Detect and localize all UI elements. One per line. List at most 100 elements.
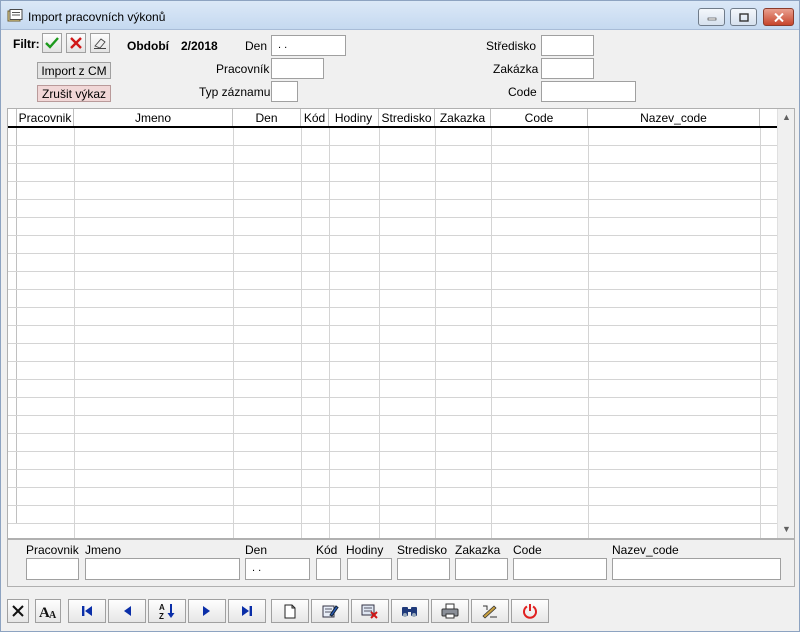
delete-record-button[interactable] [351,599,389,623]
column-header-kod[interactable]: Kód [301,109,329,126]
row-selector[interactable] [8,218,17,236]
new-record-button[interactable] [271,599,309,623]
previous-record-button[interactable] [108,599,146,623]
detail-hodiny-field[interactable] [347,558,392,580]
den-field[interactable]: . . [271,35,346,56]
zakazka-field[interactable] [541,58,594,79]
grid-row-divider [8,163,778,164]
typ-zaznamu-field[interactable] [271,81,298,102]
row-selector[interactable] [8,434,17,452]
search-button[interactable] [391,599,429,623]
code-field[interactable] [541,81,636,102]
row-selector[interactable] [8,506,17,524]
app-icon [7,9,23,22]
column-header-stredisko[interactable]: Stredisko [379,109,435,126]
next-record-button[interactable] [188,599,226,623]
row-selector[interactable] [8,164,17,182]
detail-jmeno-field[interactable] [85,558,240,580]
new-record-icon [284,604,296,618]
row-selector[interactable] [8,182,17,200]
row-selector[interactable] [8,254,17,272]
grid-row-divider [8,325,778,326]
column-header-den[interactable]: Den [233,109,301,126]
import-button[interactable]: Import z CM [37,62,111,79]
detail-stredisko-field[interactable] [397,558,450,580]
pracovnik-field[interactable] [271,58,324,79]
filter-label: Filtr: [13,37,40,51]
detail-pracovnik-label: Pracovnik [26,543,79,557]
grid-column-divider [329,128,330,538]
title-bar: Import pracovních výkonů [1,1,799,30]
grid-row-divider [8,199,778,200]
eraser-icon [94,38,106,49]
font-button[interactable]: AA [35,599,61,623]
power-icon [523,604,537,619]
close-form-button[interactable] [7,599,29,623]
row-selector[interactable] [8,146,17,164]
row-selector[interactable] [8,344,17,362]
edit-record-button[interactable] [311,599,349,623]
row-selector[interactable] [8,128,17,146]
row-selector[interactable] [8,308,17,326]
main-window: Import pracovních výkonů Filtr: Období 2… [0,0,800,632]
cancel-report-button[interactable]: Zrušit výkaz [37,85,111,102]
row-selector[interactable] [8,488,17,506]
column-header-jmeno[interactable]: Jmeno [74,109,233,126]
row-selector[interactable] [8,326,17,344]
sort-icon: AZ [159,603,175,620]
row-selector[interactable] [8,236,17,254]
detail-nazev-code-field[interactable] [612,558,781,580]
eraser-button[interactable] [90,33,110,53]
delete-icon [361,604,378,619]
detail-den-field[interactable]: . . [245,558,310,580]
last-record-icon [242,606,252,616]
detail-panel: Pracovnik Jmeno Den . . Kód Hodiny Stred… [7,539,795,587]
column-header-hodiny[interactable]: Hodiny [329,109,379,126]
row-selector[interactable] [8,398,17,416]
row-selector[interactable] [8,272,17,290]
last-record-button[interactable] [228,599,266,623]
close-window-button[interactable] [763,8,794,26]
row-selector[interactable] [8,416,17,434]
scroll-up-icon[interactable]: ▲ [778,109,794,126]
first-record-button[interactable] [68,599,106,623]
detail-hodiny-label: Hodiny [346,543,384,557]
apply-filter-button[interactable] [42,33,62,53]
clear-filter-button[interactable] [66,33,86,53]
grid-column-divider [233,128,234,538]
previous-record-icon [124,606,131,616]
column-header-code[interactable]: Code [491,109,588,126]
detail-pracovnik-field[interactable] [26,558,79,580]
row-selector[interactable] [8,362,17,380]
row-selector[interactable] [8,452,17,470]
column-header-pracovnik[interactable]: Pracovnik [17,109,74,126]
detail-kod-field[interactable] [316,558,341,580]
row-selector[interactable] [8,470,17,488]
settings-icon [482,605,497,619]
vertical-scrollbar[interactable]: ▲ ▼ [777,109,794,538]
edit-icon [322,605,339,618]
column-header-nazev-code[interactable]: Nazev_code [588,109,760,126]
settings-button[interactable] [471,599,509,623]
print-button[interactable] [431,599,469,623]
grid-row-divider [8,289,778,290]
stredisko-field[interactable] [541,35,594,56]
detail-code-field[interactable] [513,558,607,580]
row-selector[interactable] [8,200,17,218]
font-icon: AA [39,605,57,619]
code-label: Code [508,85,537,99]
power-button[interactable] [511,599,549,623]
detail-zakazka-field[interactable] [455,558,508,580]
scroll-down-icon[interactable]: ▼ [778,521,794,538]
stredisko-label: Středisko [486,39,537,53]
grid-column-divider [491,128,492,538]
minimize-button[interactable] [698,8,725,26]
minimize-icon [707,17,716,21]
row-selector[interactable] [8,380,17,398]
sort-button[interactable]: AZ [148,599,186,623]
maximize-button[interactable] [730,8,757,26]
detail-den-label: Den [245,543,268,557]
records-grid[interactable]: Pracovnik Jmeno Den Kód Hodiny Stredisko… [7,108,795,539]
row-selector[interactable] [8,290,17,308]
column-header-zakazka[interactable]: Zakazka [435,109,491,126]
